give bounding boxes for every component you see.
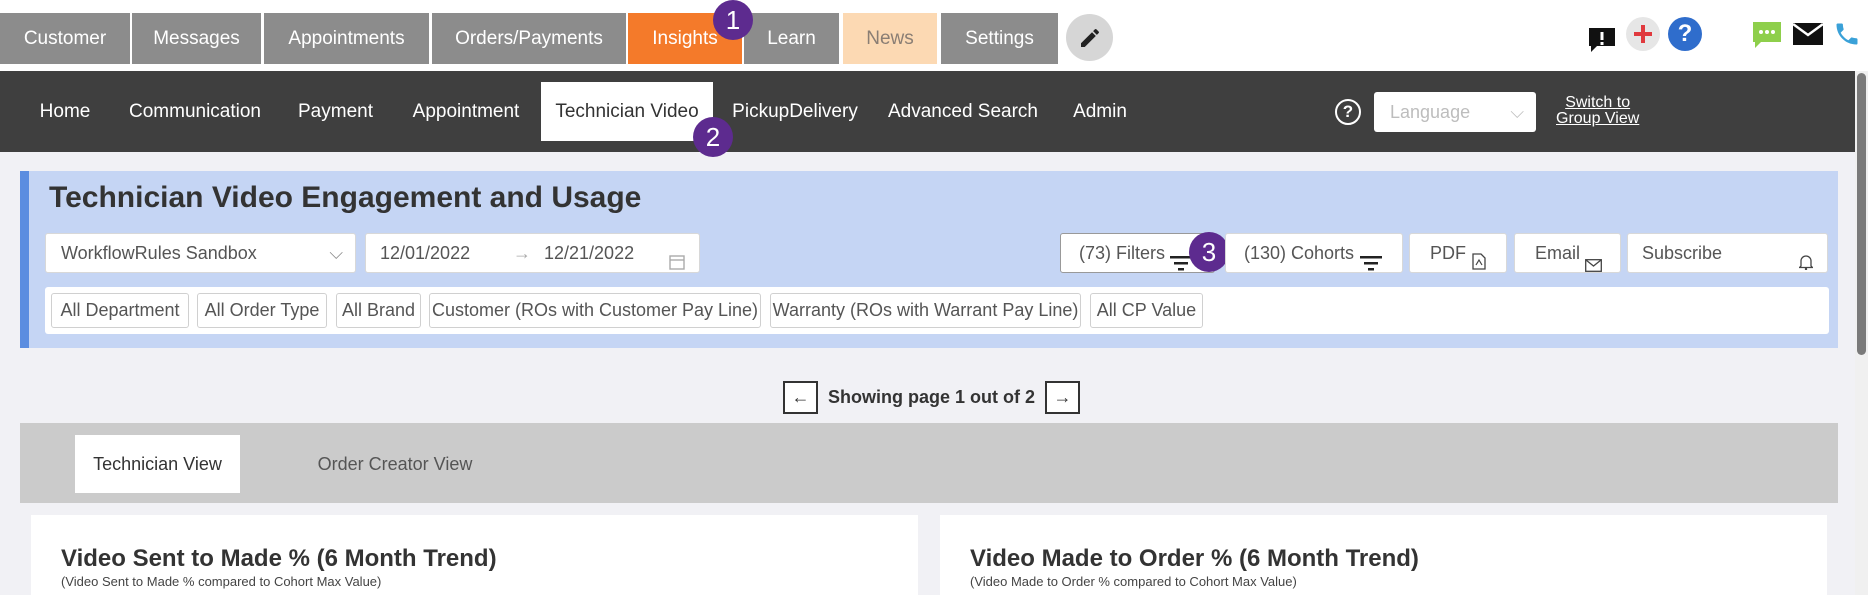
date-range-picker[interactable]: 12/01/2022 → 12/21/2022 — [365, 233, 700, 273]
step-badge-1: 1 — [713, 0, 753, 40]
nav-pickup-delivery[interactable]: PickupDelivery — [726, 82, 864, 141]
subscribe-label: Subscribe — [1642, 243, 1723, 263]
nav-technician-video[interactable]: Technician Video — [541, 82, 713, 141]
pdf-file-icon — [1472, 245, 1486, 283]
pagination: ← Showing page 1 out of 2 → — [783, 380, 1080, 414]
bell-icon — [1797, 245, 1815, 283]
switch-line-2: Group View — [1556, 110, 1640, 127]
email-label: Email — [1535, 243, 1581, 263]
edit-button[interactable] — [1066, 14, 1113, 61]
report-header-panel: Technician Video Engagement and Usage Wo… — [20, 171, 1838, 348]
chip-order-type[interactable]: All Order Type — [197, 293, 327, 328]
tab-settings[interactable]: Settings — [941, 13, 1058, 64]
next-page-button[interactable]: → — [1045, 380, 1080, 414]
calendar-icon — [669, 245, 685, 283]
help-circle-icon[interactable]: ? — [1335, 99, 1361, 125]
pencil-icon — [1080, 28, 1099, 47]
help-icon[interactable]: ? — [1668, 17, 1702, 51]
applied-filter-chips: All Department All Order Type All Brand … — [45, 287, 1829, 334]
chip-customer-pay[interactable]: Customer (ROs with Customer Pay Line) — [429, 293, 761, 328]
card-subtitle: (Video Sent to Made % compared to Cohort… — [61, 574, 382, 589]
pdf-label: PDF — [1430, 243, 1466, 263]
prev-page-button[interactable]: ← — [783, 380, 818, 414]
language-select[interactable]: Language ⌵ — [1374, 92, 1536, 132]
main-nav: Home Communication Payment Appointment T… — [0, 71, 1855, 152]
card-title: Video Sent to Made % (6 Month Trend) — [61, 545, 497, 572]
filter-icon — [1360, 246, 1382, 284]
chip-warranty-pay[interactable]: Warranty (ROs with Warrant Pay Line) — [770, 293, 1081, 328]
page-title: Technician Video Engagement and Usage — [49, 181, 642, 214]
content-area: Technician Video Engagement and Usage Wo… — [0, 152, 1855, 595]
chip-department[interactable]: All Department — [51, 293, 189, 328]
tab-news[interactable]: News — [843, 13, 937, 64]
card-subtitle: (Video Made to Order % compared to Cohor… — [970, 574, 1297, 589]
chevron-down-icon: ⌵ — [1510, 102, 1524, 122]
filters-label: (73) Filters — [1079, 243, 1166, 263]
tab-messages[interactable]: Messages — [132, 13, 261, 64]
tab-appointments[interactable]: Appointments — [264, 13, 429, 64]
switch-group-view-link[interactable]: Switch to Group View — [1556, 95, 1639, 127]
chip-brand[interactable]: All Brand — [336, 293, 421, 328]
scroll-thumb[interactable] — [1857, 73, 1866, 355]
nav-appointment[interactable]: Appointment — [403, 82, 529, 141]
chip-cp-value[interactable]: All CP Value — [1090, 293, 1203, 328]
tab-orders-payments[interactable]: Orders/Payments — [432, 13, 626, 64]
tab-technician-view[interactable]: Technician View — [75, 435, 240, 493]
tab-customer[interactable]: Customer — [0, 13, 130, 64]
plus-icon[interactable] — [1626, 17, 1660, 51]
language-placeholder: Language — [1390, 102, 1471, 122]
card-title: Video Made to Order % (6 Month Trend) — [970, 545, 1419, 572]
mail-icon[interactable] — [1792, 21, 1824, 47]
phone-icon[interactable] — [1832, 18, 1862, 50]
chart-card-made-to-order: Video Made to Order % (6 Month Trend) (V… — [940, 515, 1827, 595]
date-from: 12/01/2022 — [380, 243, 471, 263]
nav-communication[interactable]: Communication — [122, 82, 268, 141]
top-tab-bar: Customer Messages Appointments Orders/Pa… — [0, 0, 1868, 71]
alert-message-icon[interactable] — [1586, 24, 1618, 56]
chevron-down-icon: ⌵ — [329, 243, 343, 263]
pdf-button[interactable]: PDF — [1409, 233, 1507, 273]
chat-icon[interactable] — [1751, 20, 1783, 50]
nav-admin[interactable]: Admin — [1064, 82, 1136, 141]
chart-card-sent-to-made: Video Sent to Made % (6 Month Trend) (Vi… — [31, 515, 918, 595]
nav-payment[interactable]: Payment — [289, 82, 382, 141]
cohorts-label: (130) Cohorts — [1244, 243, 1355, 263]
arrow-right-icon: → — [513, 243, 531, 263]
step-badge-3: 3 — [1189, 232, 1229, 272]
page-indicator: Showing page 1 out of 2 — [828, 386, 1035, 407]
envelope-icon — [1585, 247, 1602, 285]
date-to: 12/21/2022 — [544, 243, 635, 263]
cohorts-button[interactable]: (130) Cohorts — [1225, 233, 1403, 273]
subscribe-button[interactable]: Subscribe — [1627, 233, 1828, 273]
email-button[interactable]: Email — [1514, 233, 1621, 273]
tab-learn[interactable]: Learn — [744, 13, 839, 64]
page-scrollbar[interactable] — [1855, 71, 1868, 595]
tab-order-creator-view[interactable]: Order Creator View — [300, 435, 490, 493]
store-value: WorkflowRules Sandbox — [61, 243, 257, 263]
switch-line-1: Switch to — [1565, 94, 1631, 111]
nav-advanced-search[interactable]: Advanced Search — [884, 82, 1042, 141]
store-select[interactable]: WorkflowRules Sandbox ⌵ — [45, 233, 356, 273]
view-tabs: Technician View Order Creator View — [20, 423, 1838, 503]
nav-home[interactable]: Home — [22, 82, 108, 141]
step-badge-2: 2 — [693, 117, 733, 157]
